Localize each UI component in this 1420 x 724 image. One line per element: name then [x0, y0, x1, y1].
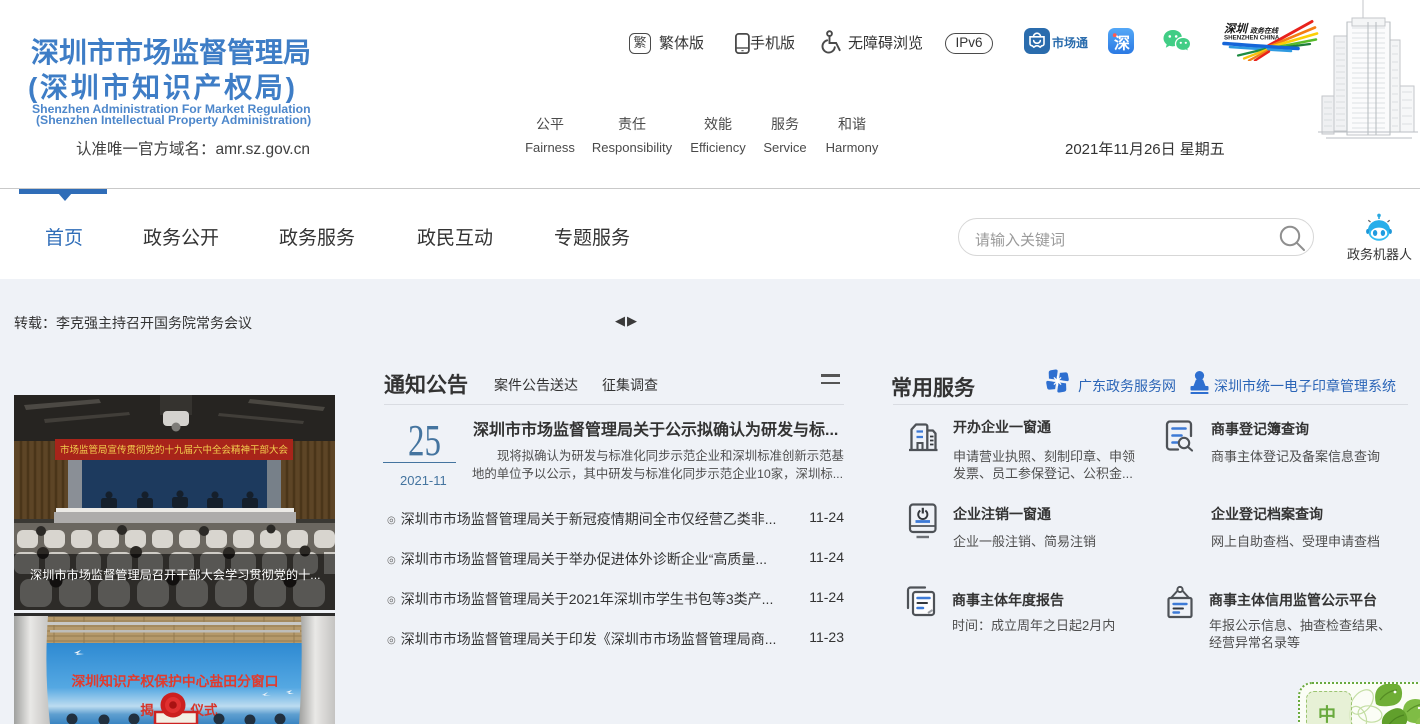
svg-text:深圳知识产权保护中心盐田分窗口: 深圳知识产权保护中心盐田分窗口	[72, 673, 279, 689]
svg-text:揭: 揭	[140, 702, 154, 718]
svg-text:深: 深	[1114, 34, 1130, 53]
svg-text:市场监管局宣传贯彻党的十九届六中全会精神干部大会: 市场监管局宣传贯彻党的十九届六中全会精神干部大会	[60, 444, 289, 456]
svg-text:深圳市市场监督管理局召开干部大会学习贯彻党的十...: 深圳市市场监督管理局召开干部大会学习贯彻党的十...	[30, 567, 320, 582]
svg-text:SHENZHEN CHINA: SHENZHEN CHINA	[1224, 35, 1280, 42]
